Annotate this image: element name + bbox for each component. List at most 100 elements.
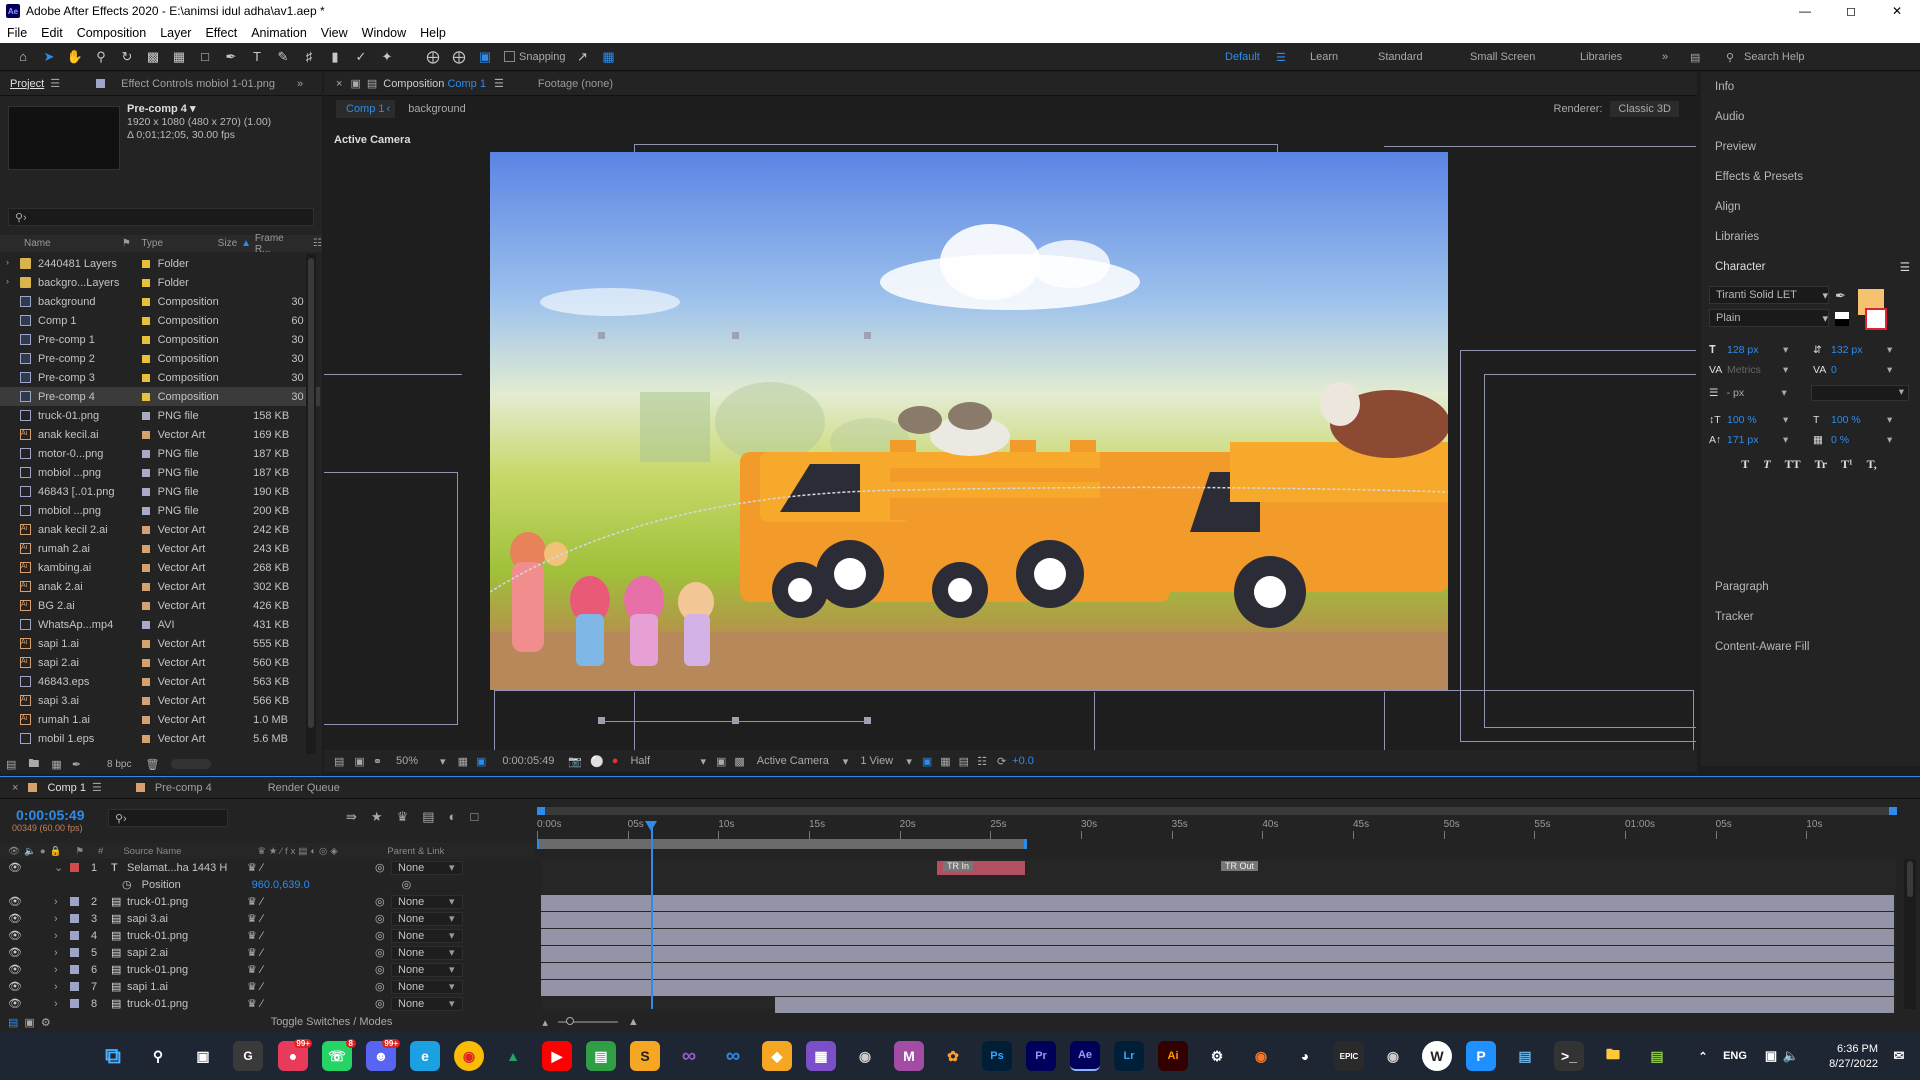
switch-icons[interactable]: ♛∕	[247, 963, 375, 976]
panel-tracker[interactable]: Tracker	[1701, 602, 1920, 632]
panel-content-aware-fill[interactable]: Content-Aware Fill	[1701, 632, 1920, 662]
tr-out-marker[interactable]: TR Out	[1221, 861, 1259, 871]
sort-asc-icon[interactable]: ▲	[241, 238, 255, 249]
project-item[interactable]: Ai BG 2.ai Vector Art 426 KB	[0, 596, 320, 615]
project-item[interactable]: Ai anak 2.ai Vector Art 302 KB	[0, 577, 320, 596]
menu-composition[interactable]: Composition	[70, 26, 153, 40]
layer-bar[interactable]	[541, 963, 1894, 979]
label-color-swatch[interactable]	[141, 563, 150, 572]
transparency-grid-icon[interactable]: ▩	[734, 755, 744, 768]
start-button-icon[interactable]: ⧉	[98, 1041, 128, 1071]
label-color-swatch[interactable]	[141, 335, 150, 344]
google-drive-icon[interactable]: ▲	[498, 1041, 528, 1071]
panel-menu-icon[interactable]: ☰	[50, 77, 60, 90]
chevron-down-icon[interactable]: ▾	[1783, 344, 1813, 356]
panel-paragraph[interactable]: Paragraph	[1701, 572, 1920, 602]
project-item[interactable]: Ai kambing.ai Vector Art 268 KB	[0, 558, 320, 577]
premiere-icon[interactable]: Pr	[1026, 1041, 1056, 1071]
task-view-icon[interactable]: ▣	[188, 1041, 218, 1071]
illustrator-icon[interactable]: Ai	[1158, 1041, 1188, 1071]
switch-icons[interactable]: ♛∕	[247, 929, 375, 942]
layer-name[interactable]: truck-01.png	[127, 896, 247, 908]
label-color-swatch[interactable]	[141, 316, 150, 325]
label-color-swatch[interactable]	[141, 297, 150, 306]
app-m-icon[interactable]: M	[894, 1041, 924, 1071]
layer-name[interactable]: truck-01.png	[127, 930, 247, 942]
exposure-value[interactable]: +0.0	[1012, 755, 1034, 767]
webex-icon[interactable]: W	[1422, 1041, 1452, 1071]
layer-row[interactable]: 👁 › 3 ▤ sapi 3.ai ♛∕ ◎ None ▾	[0, 910, 535, 927]
project-item[interactable]: Ai sapi 3.ai Vector Art 566 KB	[0, 691, 320, 710]
tab-footage[interactable]: Footage (none)	[538, 78, 613, 90]
layer-switches-toggle-icon[interactable]: ▤	[8, 1016, 18, 1029]
eye-icon[interactable]: 👁	[8, 861, 54, 874]
source-name-col[interactable]: Source Name	[123, 846, 257, 857]
audio-col-icon[interactable]: 🔈	[24, 846, 36, 857]
switch-icons[interactable]: ♛∕	[247, 997, 375, 1010]
solo-col-icon[interactable]: ●	[40, 846, 46, 857]
project-item[interactable]: Ai rumah 1.ai Vector Art 1.0 MB	[0, 710, 320, 729]
clone-stamp-tool-icon[interactable]: ♯	[296, 46, 322, 68]
default-colors-icon[interactable]	[1835, 312, 1849, 326]
layer-name[interactable]: sapi 3.ai	[127, 913, 247, 925]
epic-games-icon[interactable]: EPIC	[1334, 1041, 1364, 1071]
expand-arrow-icon[interactable]: ›	[54, 913, 66, 925]
photoshop-icon[interactable]: Ps	[982, 1041, 1012, 1071]
maximize-button[interactable]: ◻	[1828, 0, 1874, 22]
volume-icon[interactable]: 🔈	[1776, 1041, 1806, 1071]
chevron-down-icon[interactable]: ▾	[440, 755, 446, 768]
youtube-icon[interactable]: ▶	[542, 1041, 572, 1071]
switch-icons[interactable]: ♛∕	[247, 946, 375, 959]
project-item[interactable]: mobiol ...png PNG file 200 KB	[0, 501, 320, 520]
chevron-down-icon[interactable]: ▾	[1887, 414, 1892, 426]
graph-editor-icon[interactable]: □	[470, 809, 478, 825]
app-social-icon[interactable]: ● 99+	[278, 1039, 312, 1071]
panel-libraries[interactable]: Libraries	[1701, 222, 1920, 252]
new-comp-icon[interactable]: ▦	[51, 758, 61, 771]
close-button[interactable]: ✕	[1874, 0, 1920, 22]
font-style-select[interactable]: Plain ▾	[1709, 309, 1829, 327]
puppet-tool-icon[interactable]: ✦	[374, 46, 400, 68]
chevron-down-icon[interactable]: ▾	[1887, 364, 1892, 376]
fast-preview-icon[interactable]: ▣	[716, 755, 726, 768]
label-color-swatch[interactable]	[141, 468, 150, 477]
axis-world-icon[interactable]: ⨁	[446, 46, 472, 68]
project-item[interactable]: Pre-comp 4 Composition 30	[0, 387, 320, 406]
label-color-swatch[interactable]	[141, 354, 150, 363]
workspace-menu-icon[interactable]: ☰	[1276, 43, 1286, 71]
small-caps-button[interactable]: Tr	[1815, 457, 1827, 472]
chevron-down-icon[interactable]: ▾	[1887, 344, 1892, 356]
visual-studio-icon[interactable]: ∞	[674, 1041, 704, 1071]
label-color-swatch[interactable]	[141, 449, 150, 458]
panel-menu-icon[interactable]: ☰	[1900, 260, 1910, 274]
label-color-swatch[interactable]	[141, 373, 150, 382]
close-tab-icon[interactable]: ×	[336, 78, 342, 90]
stroke-width-value[interactable]: - px	[1727, 387, 1782, 399]
grid-icon[interactable]: ▦	[940, 755, 950, 768]
comp-panel-menu-icon[interactable]: ☰	[494, 77, 504, 90]
layer-label-color[interactable]	[70, 863, 79, 872]
menu-effect[interactable]: Effect	[198, 26, 244, 40]
label-color-swatch[interactable]	[141, 677, 150, 686]
project-item[interactable]: Pre-comp 1 Composition 30	[0, 330, 320, 349]
stroke-color-swatch[interactable]	[1865, 308, 1887, 330]
menu-animation[interactable]: Animation	[244, 26, 314, 40]
show-snapshot-icon[interactable]: ⚪	[590, 755, 604, 768]
playhead-handle[interactable]	[645, 821, 657, 831]
draft-3d-icon[interactable]: ★	[371, 809, 383, 825]
project-item[interactable]: Comp 1 Composition 60	[0, 311, 320, 330]
col-type[interactable]: Type	[141, 238, 217, 249]
label-color-swatch[interactable]	[141, 259, 150, 268]
pickwhip-icon[interactable]: ◎	[375, 912, 391, 925]
project-item[interactable]: Pre-comp 3 Composition 30	[0, 368, 320, 387]
layer-label-color[interactable]	[70, 999, 79, 1008]
horizontal-scale-value[interactable]: 100 %	[1831, 414, 1887, 426]
menu-edit[interactable]: Edit	[34, 26, 70, 40]
layer-row[interactable]: 👁 › 7 ▤ sapi 1.ai ♛∕ ◎ None ▾	[0, 978, 535, 995]
flowchart-icon[interactable]: ☷	[313, 238, 322, 249]
layer-row[interactable]: 👁 ⌄ 1 T Selamat...ha 1443 H ♛∕ ◎ None ▾	[0, 859, 535, 876]
pickwhip-icon[interactable]: ◎	[375, 861, 391, 874]
motion-blur-icon[interactable]: ◐	[449, 809, 457, 825]
whatsapp-icon[interactable]: ☏ 8	[322, 1039, 356, 1071]
menu-layer[interactable]: Layer	[153, 26, 198, 40]
